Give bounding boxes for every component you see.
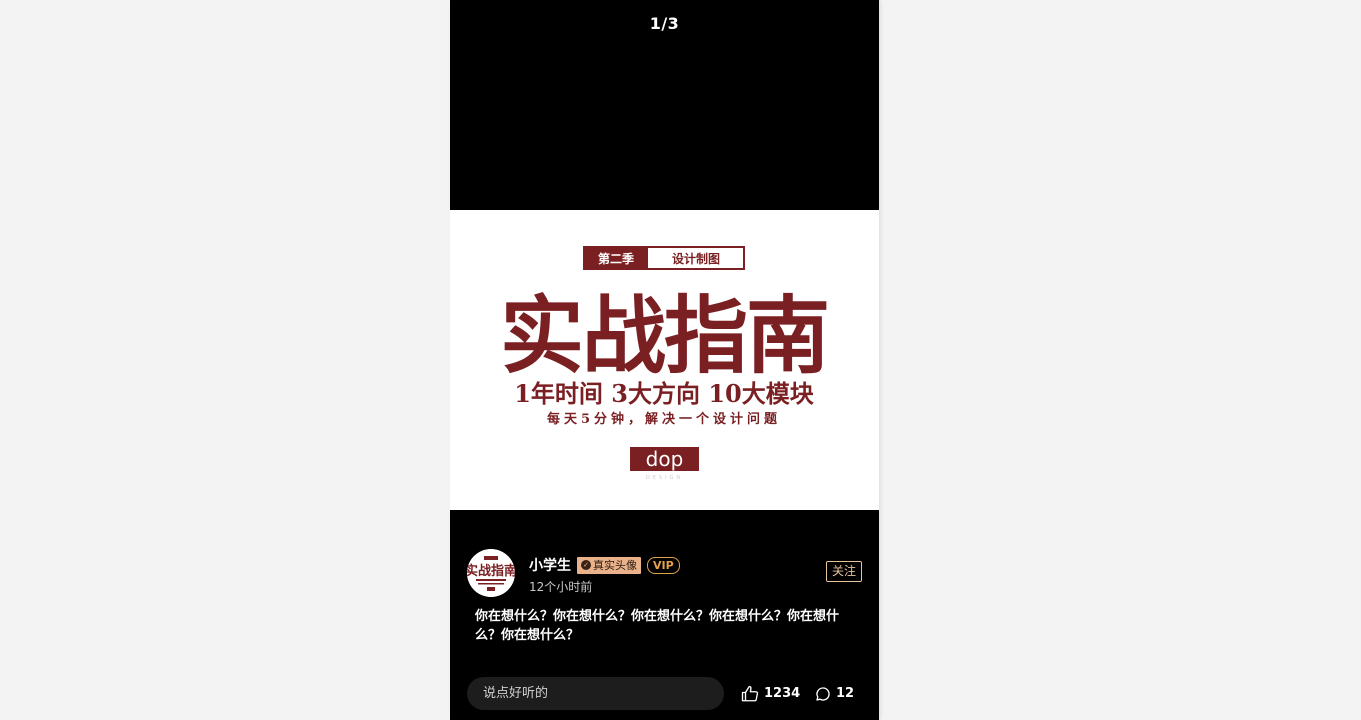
avatar[interactable]: 实战指南: [467, 549, 515, 597]
poster-headline: 实战指南: [500, 286, 828, 385]
post-timestamp: 12个小时前: [529, 580, 593, 594]
poster-season-tag: 第二季: [598, 251, 635, 266]
name-line: 小学生 ✓ 真实头像 VIP: [529, 554, 680, 576]
image-counter: 1/3: [649, 14, 680, 33]
poster-logo-text: dop: [646, 447, 684, 471]
poster-graphic: 第二季 设计制图 实战指南 1年时间 3大方向 10大模块 每天5分钟，解决一个…: [500, 246, 830, 481]
username[interactable]: 小学生: [529, 555, 571, 575]
poster-logo-sub: DESIGN: [646, 475, 683, 481]
comment-bubble-icon: [816, 686, 830, 701]
vip-badge: VIP: [647, 556, 680, 574]
bottom-action-bar: 说点好听的 1234 12: [467, 677, 862, 710]
verified-check-icon: ✓: [581, 560, 591, 570]
like-count: 1234: [764, 686, 801, 701]
poster-subtitle-tag: 设计制图: [672, 251, 720, 266]
author-row: 实战指南 小学生 ✓ 真实头像 VIP 12个小时前 关注: [467, 549, 862, 599]
svg-text:实战指南: 实战指南: [467, 563, 515, 579]
comment-input[interactable]: 说点好听的: [467, 677, 724, 710]
post-text: 你在想什么？你在想什么？你在想什么？你在想什么？你在想什么？你在想什么？: [475, 609, 840, 643]
post-viewer: 1/3 第二季 设计制图 实战指南 1年时间 3大方向 10大模块 每天5分钟，…: [450, 0, 879, 720]
thumbs-up-icon: [741, 685, 759, 701]
comment-button[interactable]: 12: [815, 677, 854, 710]
comment-count: 12: [836, 686, 855, 701]
real-avatar-badge: ✓ 真实头像: [577, 556, 641, 574]
poster-tagline: 1年时间 3大方向 10大模块: [514, 379, 814, 408]
poster-slogan: 每天5分钟，解决一个设计问题: [547, 411, 781, 427]
avatar-image: 实战指南: [467, 549, 515, 597]
post-image[interactable]: 第二季 设计制图 实战指南 1年时间 3大方向 10大模块 每天5分钟，解决一个…: [450, 210, 879, 510]
real-avatar-badge-label: 真实头像: [593, 559, 637, 572]
follow-button[interactable]: 关注: [825, 561, 862, 582]
like-button[interactable]: 1234: [741, 677, 800, 710]
